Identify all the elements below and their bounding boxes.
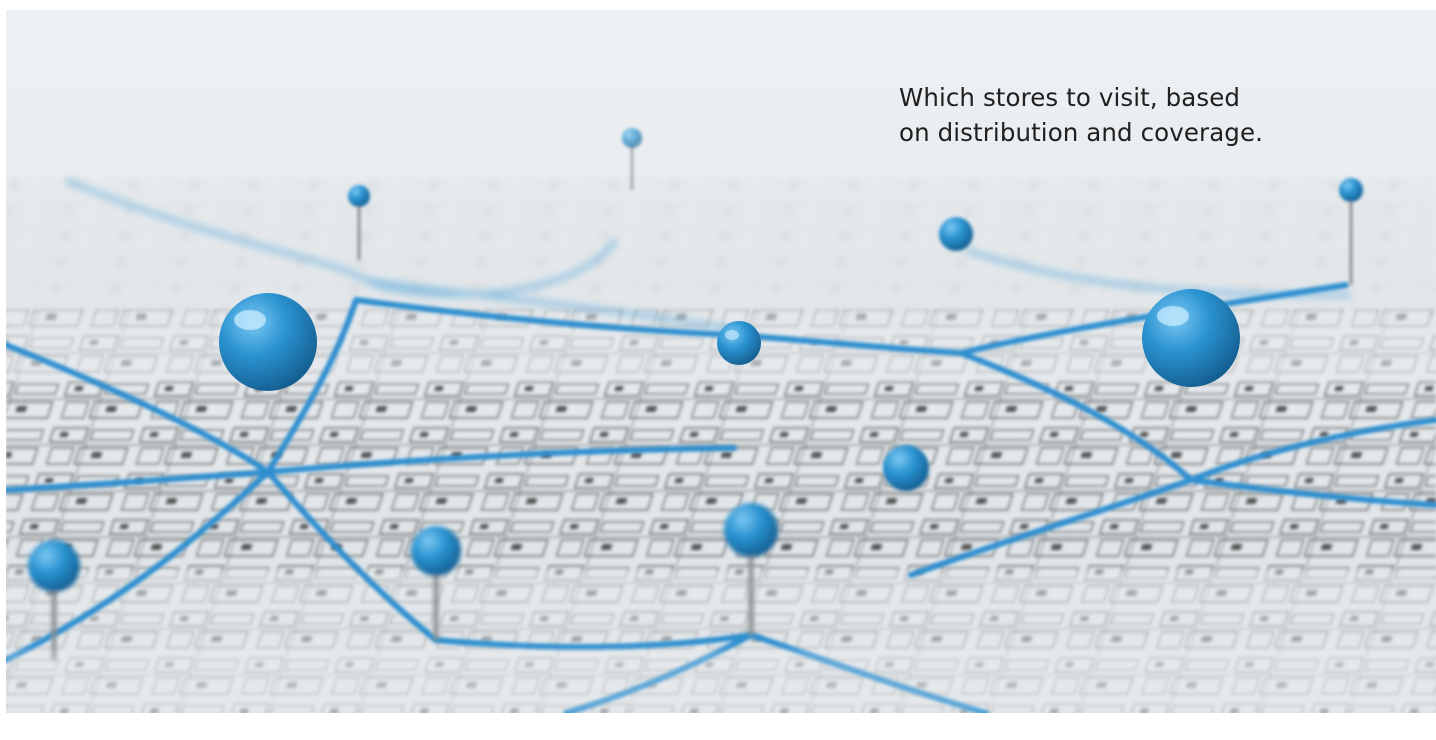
hero-caption: Which stores to visit, based on distribu… (899, 80, 1319, 150)
caption-line-1: Which stores to visit, based (899, 83, 1241, 112)
caption-line-2: on distribution and coverage. (899, 118, 1264, 147)
hero-photo: Which stores to visit, based on distribu… (6, 10, 1436, 713)
bottom-whitespace (0, 713, 1436, 740)
